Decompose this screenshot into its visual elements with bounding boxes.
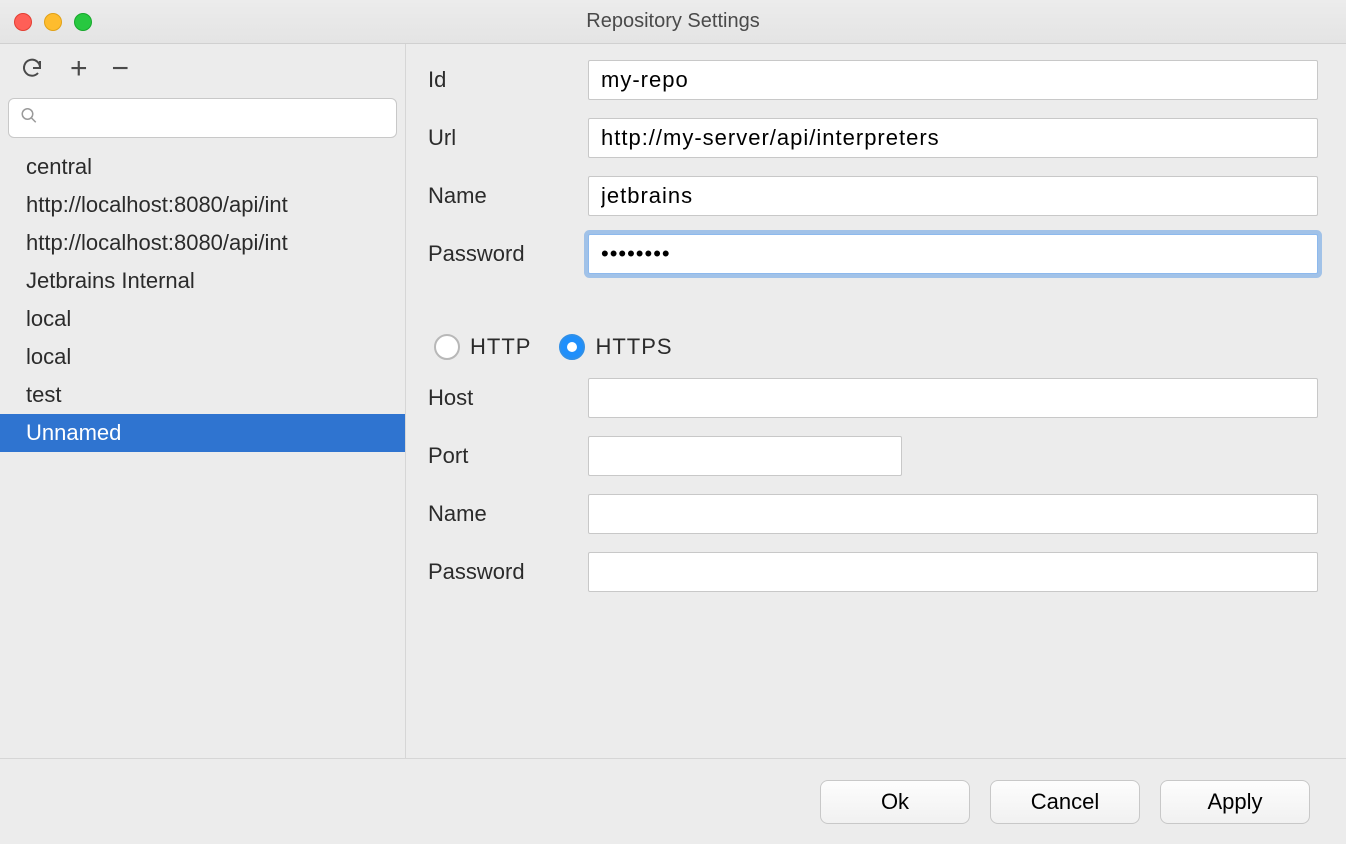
name-label: Name [428, 183, 588, 209]
window-title: Repository Settings [0, 10, 1346, 33]
repo-list-item[interactable]: http://localhost:8080/api/int [0, 186, 405, 224]
repo-list-item[interactable]: http://localhost:8080/api/int [0, 224, 405, 262]
id-field[interactable] [588, 60, 1318, 100]
url-label: Url [428, 125, 588, 151]
proxy-name-label: Name [428, 501, 588, 527]
port-field[interactable] [588, 436, 902, 476]
repo-list-item[interactable]: local [0, 338, 405, 376]
http-radio[interactable]: HTTP [434, 334, 531, 360]
ok-button[interactable]: Ok [820, 780, 970, 824]
repo-list: centralhttp://localhost:8080/api/inthttp… [0, 148, 405, 758]
repo-list-item[interactable]: test [0, 376, 405, 414]
http-radio-label: HTTP [470, 334, 531, 360]
dialog-footer: Ok Cancel Apply [0, 758, 1346, 844]
password-label: Password [428, 241, 588, 267]
host-field[interactable] [588, 378, 1318, 418]
search-input[interactable] [8, 98, 397, 138]
remove-button[interactable]: − [112, 54, 130, 84]
id-label: Id [428, 67, 588, 93]
https-radio[interactable]: HTTPS [559, 334, 672, 360]
cancel-button[interactable]: Cancel [990, 780, 1140, 824]
name-field[interactable] [588, 176, 1318, 216]
sidebar-toolbar: + − [0, 44, 405, 92]
proxy-password-field[interactable] [588, 552, 1318, 592]
repo-list-item[interactable]: local [0, 300, 405, 338]
radio-icon [434, 334, 460, 360]
protocol-radio-group: HTTP HTTPS [428, 334, 1318, 360]
url-field[interactable] [588, 118, 1318, 158]
add-button[interactable]: + [70, 54, 88, 84]
port-label: Port [428, 443, 588, 469]
titlebar: Repository Settings [0, 0, 1346, 44]
form-panel: Id Url Name Password HTTP HTTPS [406, 44, 1346, 758]
repo-list-item[interactable]: central [0, 148, 405, 186]
host-label: Host [428, 385, 588, 411]
radio-icon [559, 334, 585, 360]
search-icon [20, 107, 38, 130]
proxy-password-label: Password [428, 559, 588, 585]
repo-list-item[interactable]: Unnamed [0, 414, 405, 452]
password-field[interactable] [588, 234, 1318, 274]
repo-list-item[interactable]: Jetbrains Internal [0, 262, 405, 300]
proxy-name-field[interactable] [588, 494, 1318, 534]
refresh-icon[interactable] [18, 55, 46, 83]
apply-button[interactable]: Apply [1160, 780, 1310, 824]
sidebar: + − centralhttp://localhost:8080/api/int… [0, 44, 406, 758]
https-radio-label: HTTPS [595, 334, 672, 360]
